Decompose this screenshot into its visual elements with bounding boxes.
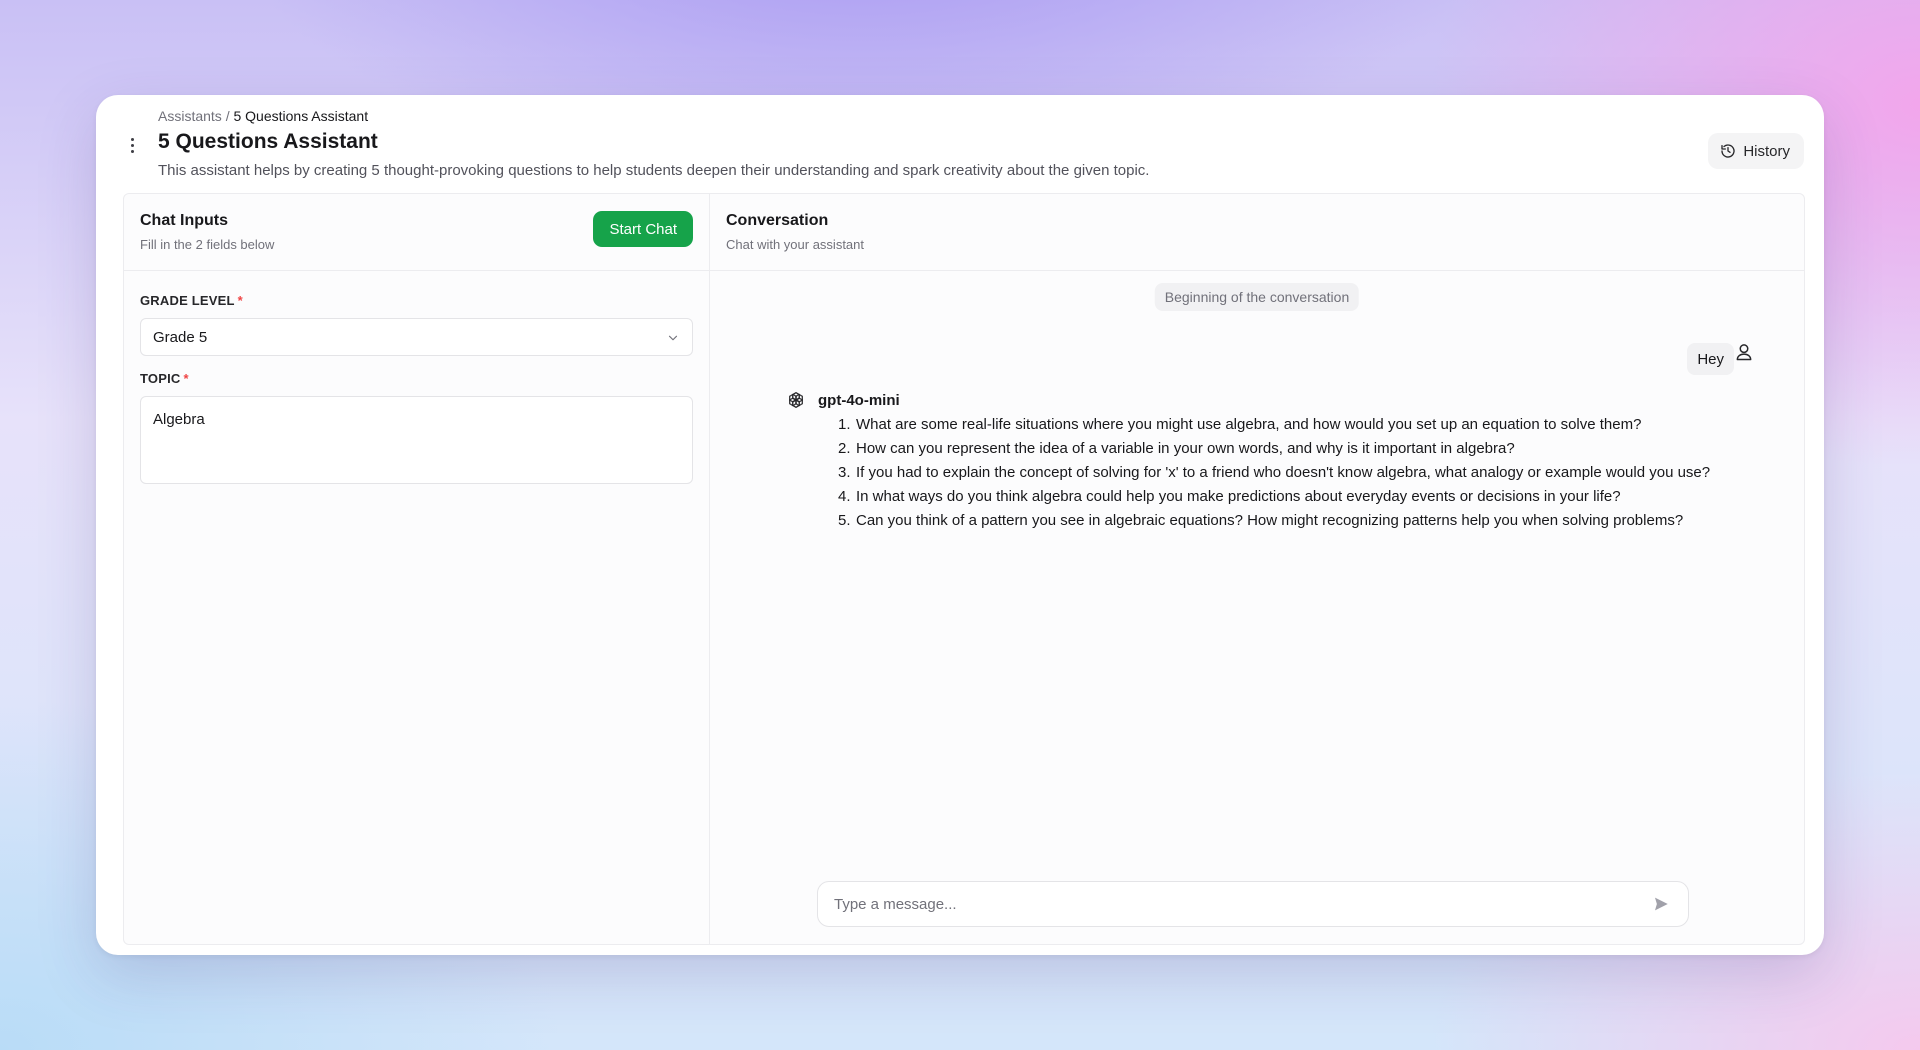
conversation-title: Conversation [726, 212, 829, 229]
topic-textarea[interactable]: Algebra [140, 396, 693, 484]
topic-label-text: TOPIC [140, 371, 181, 386]
message-area: Beginning of the conversation Hey gpt-4o… [710, 271, 1804, 944]
history-button[interactable]: History [1708, 133, 1804, 169]
grade-level-label-text: GRADE LEVEL [140, 293, 235, 308]
list-item: 3. If you had to explain the concept of s… [838, 464, 1718, 481]
list-item-text: If you had to explain the concept of sol… [856, 464, 1711, 481]
workspace: Chat Inputs Fill in the 2 fields below S… [123, 193, 1805, 945]
list-item-number: 2. [838, 440, 851, 457]
list-item-number: 3. [838, 464, 851, 481]
message-composer [817, 881, 1689, 927]
chat-inputs-title: Chat Inputs [140, 212, 228, 229]
list-item-text: How can you represent the idea of a vari… [856, 440, 1515, 457]
chat-inputs-panel: Chat Inputs Fill in the 2 fields below S… [124, 194, 710, 944]
list-item: 2. How can you represent the idea of a va… [838, 440, 1718, 457]
list-item-text: In what ways do you think algebra could … [856, 488, 1621, 505]
send-icon[interactable] [1652, 895, 1670, 913]
breadcrumb: Assistants / 5 Questions Assistant [158, 108, 368, 124]
app-window: Assistants / 5 Questions Assistant 5 Que… [96, 95, 1824, 955]
grade-level-value: Grade 5 [153, 328, 208, 346]
chevron-down-icon [668, 335, 678, 341]
breadcrumb-separator: / [225, 108, 230, 124]
history-label: History [1743, 142, 1790, 160]
page-header: Assistants / 5 Questions Assistant 5 Que… [96, 95, 1824, 193]
list-item-text: What are some real-life situations where… [856, 416, 1642, 433]
breadcrumb-root[interactable]: Assistants [158, 108, 222, 124]
topic-label: TOPIC * [140, 371, 189, 386]
conversation-panel: Conversation Chat with your assistant Be… [710, 194, 1804, 944]
required-mark: * [183, 371, 189, 386]
history-icon [1721, 144, 1735, 158]
openai-icon [789, 392, 803, 408]
chat-inputs-header: Chat Inputs Fill in the 2 fields below S… [124, 194, 709, 271]
list-item-number: 4. [838, 488, 851, 505]
required-mark: * [237, 293, 243, 308]
list-item-text: Can you think of a pattern you see in al… [856, 512, 1684, 529]
list-item: 5. Can you think of a pattern you see in … [838, 512, 1718, 529]
grade-level-label: GRADE LEVEL * [140, 293, 243, 308]
page-description: This assistant helps by creating 5 thoug… [158, 162, 1150, 179]
start-chat-button[interactable]: Start Chat [593, 211, 693, 247]
assistant-answer-list: 1. What are some real-life situations whe… [838, 416, 1718, 536]
kebab-menu-icon[interactable] [122, 132, 142, 158]
user-icon [1736, 344, 1752, 361]
model-name: gpt-4o-mini [818, 392, 900, 409]
breadcrumb-current: 5 Questions Assistant [233, 108, 369, 124]
conversation-start-marker: Beginning of the conversation [1154, 283, 1360, 311]
conversation-header: Conversation Chat with your assistant [710, 194, 1804, 271]
page-title: 5 Questions Assistant [158, 130, 378, 153]
chat-inputs-subtitle: Fill in the 2 fields below [140, 237, 275, 252]
message-input[interactable] [834, 882, 1614, 926]
list-item-number: 5. [838, 512, 851, 529]
list-item: 4. In what ways do you think algebra coul… [838, 488, 1718, 505]
user-message-bubble: Hey [1687, 343, 1734, 375]
conversation-subtitle: Chat with your assistant [726, 237, 865, 252]
grade-level-select[interactable]: Grade 5 [140, 318, 693, 356]
list-item: 1. What are some real-life situations whe… [838, 416, 1718, 433]
list-item-number: 1. [838, 416, 851, 433]
